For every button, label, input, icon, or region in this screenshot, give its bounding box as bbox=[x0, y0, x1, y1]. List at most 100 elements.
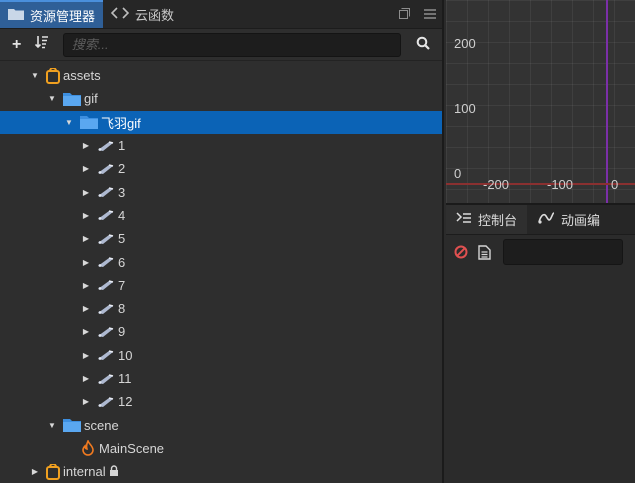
x-tick-label: 0 bbox=[611, 177, 619, 192]
tab-console[interactable]: 控制台 bbox=[446, 205, 528, 234]
tree-item-label: 1 bbox=[118, 138, 126, 154]
sprite-frame-icon bbox=[97, 326, 115, 338]
tree-item[interactable]: ▼ assets bbox=[0, 64, 442, 87]
sprite-frame-icon bbox=[97, 349, 115, 361]
collapse-arrow-icon[interactable]: ▶ bbox=[81, 141, 91, 151]
add-asset-button[interactable]: + bbox=[8, 36, 25, 54]
tree-item-label: 3 bbox=[118, 184, 126, 200]
expand-arrow-icon[interactable]: ▼ bbox=[47, 420, 57, 430]
collapse-arrow-icon[interactable]: ▶ bbox=[81, 257, 91, 267]
scene-view[interactable]: 200 100 0 -200 -100 0 bbox=[446, 0, 635, 203]
tree-item-label: gif bbox=[84, 91, 98, 107]
sprite-frame-icon bbox=[97, 256, 115, 268]
tab-console-label: 控制台 bbox=[478, 213, 518, 228]
collapse-arrow-icon[interactable]: ▶ bbox=[30, 467, 40, 477]
code-icon bbox=[110, 6, 130, 22]
tree-item-label: 7 bbox=[118, 277, 126, 293]
expand-arrow-icon[interactable]: ▼ bbox=[47, 94, 57, 104]
tree-item[interactable]: ▶ internal bbox=[0, 460, 442, 483]
y-tick-label: 200 bbox=[454, 36, 476, 51]
tree-item-label: 6 bbox=[118, 254, 126, 270]
tab-tools bbox=[399, 0, 436, 29]
console-toolbar bbox=[446, 235, 635, 269]
tab-animation-label: 动画编 bbox=[561, 213, 601, 228]
tab-asset-manager[interactable]: 资源管理器 bbox=[0, 0, 104, 28]
tree-item[interactable]: MainScene bbox=[0, 437, 442, 460]
tree-item[interactable]: ▶ 7 bbox=[0, 274, 442, 297]
tree-item-label: 4 bbox=[118, 207, 126, 223]
folder-icon bbox=[80, 115, 98, 130]
tree-item[interactable]: ▶ 6 bbox=[0, 250, 442, 273]
tree-item[interactable]: ▶ 4 bbox=[0, 204, 442, 227]
tree-item[interactable]: ▶ 2 bbox=[0, 157, 442, 180]
tab-cloud-functions[interactable]: 云函数 bbox=[103, 0, 182, 28]
tree-item-label: 9 bbox=[118, 324, 126, 340]
collapse-arrow-icon[interactable]: ▶ bbox=[81, 164, 91, 174]
collapse-arrow-icon[interactable]: ▶ bbox=[81, 280, 91, 290]
tree-item[interactable]: ▶ 11 bbox=[0, 367, 442, 390]
collapse-arrow-icon[interactable]: ▶ bbox=[81, 327, 91, 337]
clear-icon bbox=[454, 245, 468, 259]
y-axis-line bbox=[606, 0, 608, 203]
console-icon bbox=[456, 212, 472, 227]
sprite-frame-icon bbox=[97, 163, 115, 175]
tree-item-label: 11 bbox=[118, 371, 132, 386]
tree-item-label: internal bbox=[63, 464, 106, 480]
scene-file-icon bbox=[80, 440, 96, 457]
open-log-file-button[interactable] bbox=[478, 244, 491, 260]
clear-console-button[interactable] bbox=[454, 245, 468, 259]
tree-item-label: 2 bbox=[118, 161, 126, 177]
collapse-arrow-icon[interactable]: ▶ bbox=[81, 374, 91, 384]
collapse-arrow-icon[interactable]: ▶ bbox=[81, 304, 91, 314]
folder-icon bbox=[63, 418, 81, 433]
sprite-frame-icon bbox=[97, 140, 115, 152]
x-axis-line bbox=[446, 183, 635, 185]
file-icon bbox=[478, 244, 491, 260]
search-button[interactable] bbox=[413, 34, 434, 56]
tree-item-label: 8 bbox=[118, 301, 126, 317]
assets-db-icon bbox=[46, 67, 60, 84]
menu-icon[interactable] bbox=[424, 8, 436, 22]
tree-item[interactable]: ▶ 1 bbox=[0, 134, 442, 157]
tree-item-label: 飞羽gif bbox=[101, 115, 141, 131]
sprite-frame-icon bbox=[97, 279, 115, 291]
asset-manager-panel: 资源管理器 云函数 + 搜索... ▼ assets ▼ gif ▼ 飞羽gif… bbox=[0, 0, 444, 483]
sort-button[interactable] bbox=[33, 36, 50, 54]
tree-item[interactable]: ▼ gif bbox=[0, 87, 442, 110]
collapse-arrow-icon[interactable]: ▶ bbox=[81, 234, 91, 244]
collapse-arrow-icon[interactable]: ▶ bbox=[81, 350, 91, 360]
sort-icon bbox=[34, 35, 49, 54]
console-filter-input[interactable] bbox=[503, 239, 623, 265]
asset-panel-tabbar: 资源管理器 云函数 bbox=[0, 0, 442, 29]
tree-item[interactable]: ▶ 8 bbox=[0, 297, 442, 320]
tree-item[interactable]: ▶ 12 bbox=[0, 390, 442, 413]
tree-item[interactable]: ▶ 5 bbox=[0, 227, 442, 250]
expand-arrow-icon[interactable]: ▼ bbox=[30, 71, 40, 81]
sprite-frame-icon bbox=[97, 209, 115, 221]
folder-icon bbox=[8, 8, 24, 23]
expand-arrow-icon[interactable]: ▼ bbox=[64, 117, 74, 127]
search-icon bbox=[416, 36, 431, 53]
x-tick-label: -200 bbox=[483, 177, 510, 192]
search-input[interactable] bbox=[62, 32, 401, 57]
tree-item[interactable]: ▼ scene bbox=[0, 413, 442, 436]
console-tabbar: 控制台 动画编 bbox=[446, 205, 635, 235]
collapse-arrow-icon[interactable]: ▶ bbox=[81, 397, 91, 407]
tree-item-label: assets bbox=[63, 68, 101, 84]
sprite-frame-icon bbox=[97, 186, 115, 198]
tree-item[interactable]: ▶ 9 bbox=[0, 320, 442, 343]
tree-item[interactable]: ▶ 10 bbox=[0, 344, 442, 367]
maximize-icon[interactable] bbox=[399, 7, 410, 22]
tree-item-label: 12 bbox=[118, 394, 133, 410]
console-panel: 控制台 动画编 bbox=[446, 203, 635, 483]
tree-item[interactable]: ▼ 飞羽gif bbox=[0, 110, 442, 134]
x-tick-label: -100 bbox=[547, 177, 574, 192]
tree-item[interactable]: ▶ 3 bbox=[0, 180, 442, 203]
collapse-arrow-icon[interactable]: ▶ bbox=[81, 187, 91, 197]
tree-item-label: scene bbox=[84, 417, 119, 433]
collapse-arrow-icon[interactable]: ▶ bbox=[81, 210, 91, 220]
tree-item-label: MainScene bbox=[99, 440, 165, 456]
tab-animation[interactable]: 动画编 bbox=[527, 205, 610, 234]
tab-asset-manager-label: 资源管理器 bbox=[30, 8, 96, 24]
